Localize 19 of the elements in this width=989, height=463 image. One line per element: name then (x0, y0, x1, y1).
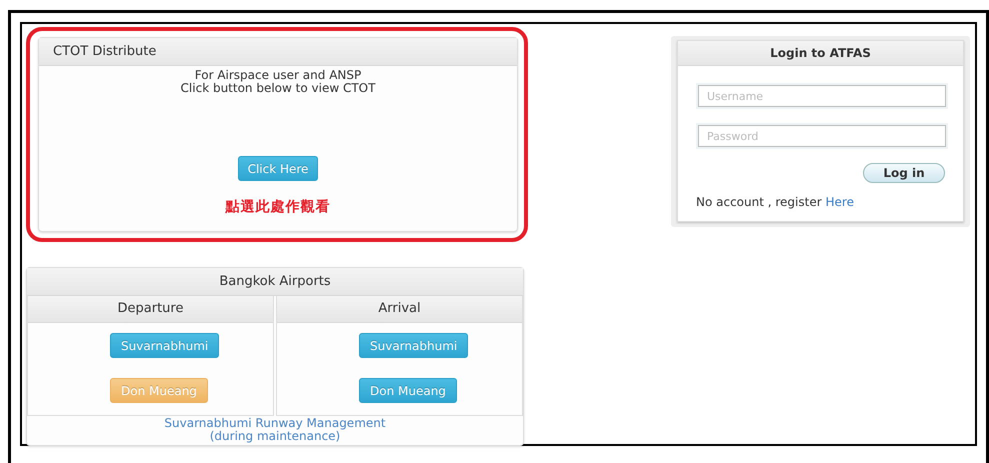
column-heading: Arrival (277, 296, 522, 323)
click-here-button[interactable]: Click Here (238, 156, 318, 181)
log-in-button[interactable]: Log in (863, 163, 945, 183)
register-link[interactable]: Here (826, 195, 854, 209)
panel-title: Bangkok Airports (27, 268, 523, 296)
runway-management-link[interactable]: Suvarnabhumi Runway Management (during maintenance) (27, 416, 523, 445)
panel-title: Login to ATFAS (678, 41, 963, 66)
airport-button[interactable]: Suvarnabhumi (359, 333, 468, 358)
username-field[interactable]: Username (698, 85, 946, 107)
description-line: For Airspace user and ANSP (194, 69, 362, 82)
register-text: No account , register (696, 195, 822, 209)
note-text: 點選此處作觀看 (226, 198, 330, 216)
description-line: Click button below to view CTOT (180, 82, 376, 95)
airport-button[interactable]: Suvarnabhumi (110, 333, 220, 358)
airport-button[interactable]: Don Mueang (359, 378, 457, 403)
panel-title: CTOT Distribute (39, 38, 517, 66)
password-field[interactable]: Password (698, 125, 946, 147)
airport-button[interactable]: Don Mueang (110, 378, 208, 403)
column-heading: Departure (28, 296, 273, 323)
